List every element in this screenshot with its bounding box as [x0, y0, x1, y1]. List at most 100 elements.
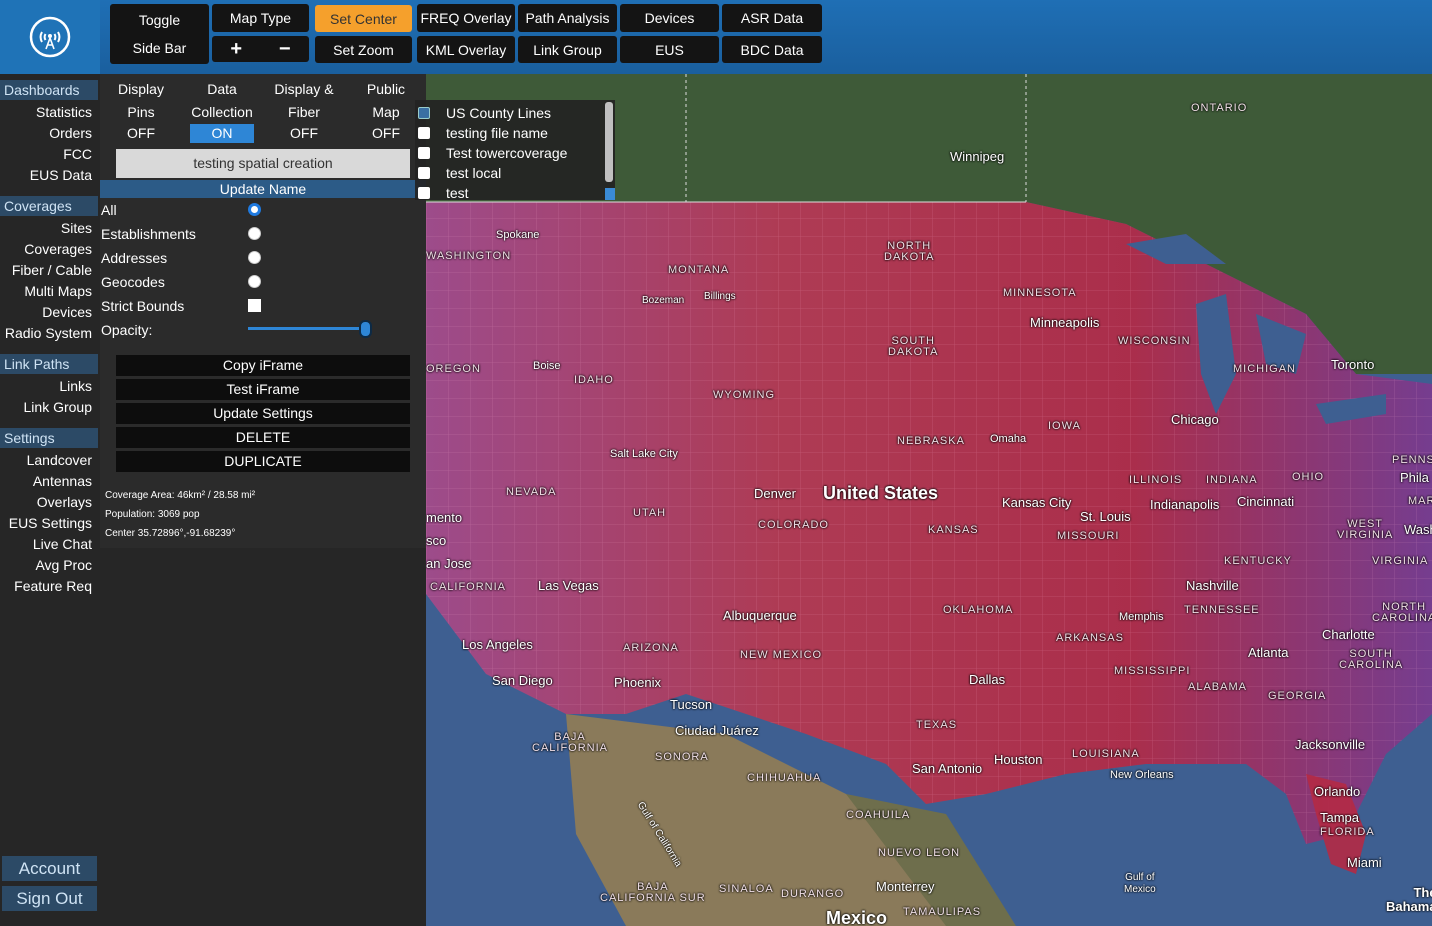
sidebar-item-eus-data[interactable]: EUS Data [30, 167, 92, 183]
option-establishments-radio[interactable] [248, 227, 261, 240]
option-all-radio[interactable] [248, 203, 261, 216]
data-collection-toggle[interactable]: Data Collection ON [189, 78, 255, 143]
sidebar-item-live-chat[interactable]: Live Chat [33, 536, 92, 552]
map-label-colorado: COLORADO [758, 519, 829, 531]
bdc-data-button[interactable]: BDC Data [722, 36, 822, 63]
account-button[interactable]: Account [2, 856, 97, 881]
sidebar-item-link-group[interactable]: Link Group [24, 399, 92, 415]
display-fiber-toggle[interactable]: Display & Fiber OFF [266, 78, 342, 143]
map-label-idaho: IDAHO [574, 374, 614, 386]
layers-scrollbar-corner[interactable] [605, 188, 615, 200]
freq-overlay-button[interactable]: FREQ Overlay [417, 4, 515, 32]
layer-label: US County Lines [446, 105, 552, 121]
set-zoom-button[interactable]: Set Zoom [315, 36, 412, 63]
coverage-name-input[interactable]: testing spatial creation [116, 149, 410, 178]
option-geocodes-radio[interactable] [248, 275, 261, 288]
opacity-slider-thumb[interactable] [359, 320, 372, 338]
update-name-button[interactable]: Update Name [100, 180, 426, 198]
layer-label: test local [446, 165, 502, 181]
sidebar-item-landcover[interactable]: Landcover [27, 452, 92, 468]
map-label-iowa: IOWA [1048, 420, 1081, 432]
layer-row-test[interactable]: test [418, 185, 469, 201]
strict-bounds-checkbox[interactable] [248, 299, 261, 312]
map-label-dallas: Dallas [969, 672, 1006, 687]
map-label-tamaulipas: TAMAULIPAS [903, 906, 982, 918]
sidebar-item-feature-req[interactable]: Feature Req [14, 578, 92, 594]
sidebar-item-eus-settings[interactable]: EUS Settings [9, 515, 92, 531]
set-center-button[interactable]: Set Center [315, 5, 412, 32]
layer-row-testing-file-name[interactable]: testing file name [418, 125, 548, 141]
sidebar-section-dashboards[interactable]: Dashboards [0, 80, 98, 100]
sidebar-item-sites[interactable]: Sites [61, 220, 92, 236]
eus-button[interactable]: EUS [620, 36, 719, 63]
layer-checkbox[interactable] [418, 187, 430, 199]
zoom-out-button[interactable]: − [270, 38, 300, 61]
map-label-chihuahua: CHIHUAHUA [747, 772, 822, 784]
sidebar-item-fiber-cable[interactable]: Fiber / Cable [12, 262, 92, 278]
map-label-charlotte: Charlotte [1322, 627, 1375, 642]
sidebar-item-devices[interactable]: Devices [42, 304, 92, 320]
delete-button[interactable]: DELETE [116, 427, 410, 448]
sidebar-section-link-paths[interactable]: Link Paths [0, 354, 98, 374]
map-label-baja-california: BAJA CALIFORNIA [532, 731, 609, 754]
sidebar-item-coverages[interactable]: Coverages [24, 241, 92, 257]
layer-checkbox[interactable] [418, 147, 430, 159]
map-label-los-angeles: Los Angeles [462, 637, 533, 652]
layer-checkbox[interactable] [418, 127, 430, 139]
map-label-tucson: Tucson [670, 697, 713, 712]
layer-label: test [446, 185, 469, 201]
zoom-in-button[interactable]: + [221, 38, 251, 61]
layer-row-test-local[interactable]: test local [418, 165, 501, 181]
sign-out-button[interactable]: Sign Out [2, 886, 97, 911]
map-label-louisiana: LOUISIANA [1072, 748, 1140, 760]
toggle-sidebar-button[interactable]: Toggle Side Bar [110, 4, 209, 64]
asr-data-button[interactable]: ASR Data [722, 4, 822, 32]
map-view[interactable]: ONTARIO Winnipeg WASHINGTON Spokane NORT… [426, 74, 1432, 926]
sidebar-item-overlays[interactable]: Overlays [37, 494, 92, 510]
map-label-nashville: Nashville [1186, 578, 1239, 593]
map-label-alabama: ALABAMA [1188, 681, 1247, 693]
layer-checkbox[interactable] [418, 167, 430, 179]
sidebar-item-fcc[interactable]: FCC [63, 146, 92, 162]
layer-row-us-county-lines[interactable]: US County Lines [418, 105, 551, 121]
map-label-oregon: OREGON [426, 363, 481, 375]
sidebar-item-radio-system[interactable]: Radio System [5, 325, 92, 341]
layer-checkbox[interactable] [418, 107, 430, 119]
map-type-button[interactable]: Map Type [212, 4, 309, 32]
toggle-label: Display [118, 81, 164, 97]
kml-overlay-button[interactable]: KML Overlay [417, 36, 515, 63]
map-label-washington: WASHINGTON [426, 250, 512, 262]
link-group-button[interactable]: Link Group [518, 36, 617, 63]
copy-iframe-button[interactable]: Copy iFrame [116, 355, 410, 376]
sidebar-section-coverages[interactable]: Coverages [0, 196, 98, 216]
map-label-texas: TEXAS [916, 719, 958, 731]
option-addresses-radio[interactable] [248, 251, 261, 264]
display-pins-toggle[interactable]: Display Pins OFF [108, 78, 174, 143]
map-label-oklahoma: OKLAHOMA [943, 604, 1014, 616]
app-logo[interactable] [0, 0, 100, 74]
option-establishments-label: Establishments [101, 226, 196, 242]
layers-scrollbar[interactable] [605, 102, 613, 182]
test-iframe-button[interactable]: Test iFrame [116, 379, 410, 400]
sidebar-section-settings[interactable]: Settings [0, 428, 98, 448]
duplicate-button[interactable]: DUPLICATE [116, 451, 410, 472]
sidebar-item-orders[interactable]: Orders [49, 125, 92, 141]
sidebar-item-avg-proc[interactable]: Avg Proc [35, 557, 92, 573]
update-settings-button[interactable]: Update Settings [116, 403, 410, 424]
sidebar-item-antennas[interactable]: Antennas [33, 473, 92, 489]
public-map-toggle[interactable]: Public Map OFF [353, 78, 419, 143]
opacity-label: Opacity: [101, 322, 153, 338]
devices-button[interactable]: Devices [620, 4, 719, 32]
opacity-slider-track[interactable] [248, 327, 364, 330]
sidebar-item-links[interactable]: Links [59, 378, 92, 394]
map-label-ciudad-juarez: Ciudad Juárez [675, 723, 759, 738]
zoom-controls: + − [212, 36, 309, 62]
sidebar-item-statistics[interactable]: Statistics [36, 104, 92, 120]
path-analysis-button[interactable]: Path Analysis [518, 4, 617, 32]
layer-row-test-towercoverage[interactable]: Test towercoverage [418, 145, 567, 161]
panel-empty-area [100, 548, 426, 926]
map-label-new-orleans: New Orleans [1110, 769, 1174, 781]
map-label-pennsylvania: PENNSYLV [1392, 454, 1432, 466]
sidebar-item-multi-maps[interactable]: Multi Maps [24, 283, 92, 299]
map-label-st-louis: St. Louis [1080, 509, 1131, 524]
